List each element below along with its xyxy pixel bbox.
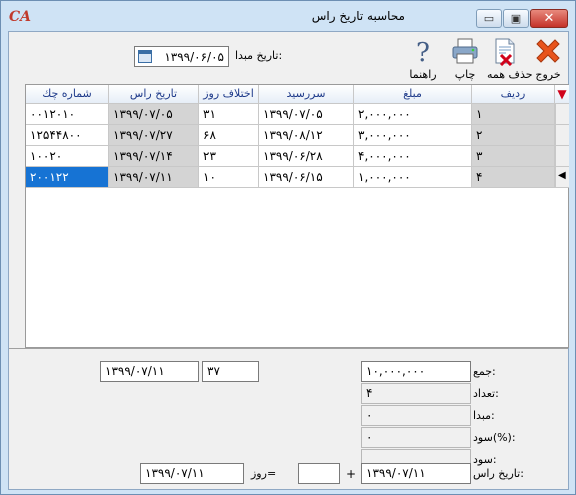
table-cell-day-diff[interactable]: ۲۳ (199, 146, 259, 167)
table-cell-day-diff[interactable]: ۱۰ (199, 167, 259, 188)
row-indicator[interactable] (555, 125, 569, 146)
app-window: CA محاسبه تاریخ راس ▭ ▣ ✕ خروج حذف همه چ… (0, 0, 576, 495)
table-cell-check-number[interactable]: ۰۰۱۲۰۱۰ (26, 104, 109, 125)
toolbar: خروج حذف همه چاپ ? راهنما تاریخ مبدا: ۱۳… (9, 32, 568, 84)
table-cell-amount[interactable]: ۱,۰۰۰,۰۰۰ (354, 167, 472, 188)
table-cell-due[interactable]: ۱۳۹۹/۰۸/۱۲ (259, 125, 354, 146)
svg-text:?: ? (416, 38, 430, 66)
exit-label: خروج (535, 68, 561, 81)
window-title: محاسبه تاریخ راس (311, 9, 405, 23)
help-question-icon: ? (416, 38, 430, 66)
table-cell-amount[interactable]: ۴,۰۰۰,۰۰۰ (354, 146, 472, 167)
column-header-day-diff[interactable]: اختلاف روز (199, 85, 259, 104)
maximize-icon: ▣ (510, 12, 522, 25)
calendar-icon[interactable] (138, 50, 152, 63)
delete-document-icon (495, 38, 515, 66)
table-cell-head-date[interactable]: ۱۳۹۹/۰۷/۰۵ (109, 104, 199, 125)
count-field: ۴ (361, 383, 471, 404)
checks-grid[interactable]: ▼ ردیف مبلغ سررسید اختلاف روز تاریخ راس … (25, 84, 569, 348)
table-cell-day-diff[interactable]: ۳۱ (199, 104, 259, 125)
start-date-value: ۱۳۹۹/۰۶/۰۵ (164, 50, 224, 64)
profit-percent-label: سود(%): (473, 431, 516, 444)
column-header-head-date[interactable]: تاریخ راس (109, 85, 199, 104)
table-cell-amount[interactable]: ۳,۰۰۰,۰۰۰ (354, 125, 472, 146)
section-divider (9, 348, 568, 349)
table-cell-check-number[interactable]: ۱۲۵۴۴۸۰۰ (26, 125, 109, 146)
days-label: روز= (251, 467, 277, 480)
maximize-button[interactable]: ▣ (503, 9, 529, 28)
print-button[interactable]: چاپ (447, 36, 483, 82)
table-cell-due[interactable]: ۱۳۹۹/۰۶/۲۸ (259, 146, 354, 167)
start-date-label: تاریخ مبدا: (235, 49, 283, 62)
profit-percent-field[interactable]: ۰ (361, 427, 471, 448)
printer-icon (452, 38, 478, 64)
help-button[interactable]: ? راهنما (405, 36, 441, 82)
table-cell-head-date[interactable]: ۱۳۹۹/۰۷/۱۴ (109, 146, 199, 167)
table-cell-amount[interactable]: ۲,۰۰۰,۰۰۰ (354, 104, 472, 125)
days-input[interactable] (298, 463, 340, 484)
row-indicator[interactable] (555, 146, 569, 167)
profit-label: سود: (473, 453, 497, 466)
close-icon: ✕ (543, 11, 555, 26)
client-area: خروج حذف همه چاپ ? راهنما تاریخ مبدا: ۱۳… (8, 31, 569, 490)
print-label: چاپ (454, 68, 476, 81)
head-date-field[interactable]: ۱۳۹۹/۰۷/۱۱ (361, 463, 471, 484)
count-label: تعداد: (473, 387, 499, 400)
start-date-field[interactable]: ۱۳۹۹/۰۶/۰۵ (134, 46, 229, 67)
average-date-field[interactable]: ۱۳۹۹/۰۷/۱۱ (100, 361, 199, 382)
exit-button[interactable]: خروج (530, 36, 566, 82)
head-date-label: تاریخ راس: (473, 467, 524, 480)
table-cell-day-diff[interactable]: ۶۸ (199, 125, 259, 146)
column-header-check-number[interactable]: شماره چك (26, 85, 109, 104)
current-row-indicator-icon[interactable] (555, 167, 569, 188)
table-cell-row[interactable]: ۳ (472, 146, 555, 167)
delete-all-button[interactable]: حذف همه (487, 36, 533, 82)
sum-label: جمع: (473, 365, 496, 378)
plus-sign: + (346, 467, 357, 481)
table-cell-row[interactable]: ۱ (472, 104, 555, 125)
close-button[interactable]: ✕ (530, 9, 568, 28)
title-bar[interactable]: CA محاسبه تاریخ راس ▭ ▣ ✕ (1, 1, 575, 31)
average-days-field[interactable]: ۳۷ (202, 361, 259, 382)
delete-all-label: حذف همه (487, 68, 533, 81)
sum-field[interactable]: ۱۰,۰۰۰,۰۰۰ (361, 361, 471, 382)
base-field: ۰ (361, 405, 471, 426)
row-indicator[interactable] (555, 104, 569, 125)
table-cell-check-number[interactable]: ۲۰۰۱۲۲ (26, 167, 109, 188)
table-cell-check-number[interactable]: ۱۰۰۲۰ (26, 146, 109, 167)
table-cell-head-date[interactable]: ۱۳۹۹/۰۷/۱۱ (109, 167, 199, 188)
help-label: راهنما (409, 68, 437, 81)
table-cell-due[interactable]: ۱۳۹۹/۰۶/۱۵ (259, 167, 354, 188)
column-header-due[interactable]: سررسید (259, 85, 354, 104)
table-cell-row[interactable]: ۴ (472, 167, 555, 188)
minimize-icon: ▭ (483, 12, 495, 25)
table-cell-head-date[interactable]: ۱۳۹۹/۰۷/۲۷ (109, 125, 199, 146)
column-header-amount[interactable]: مبلغ (354, 85, 472, 104)
filter-icon[interactable]: ▼ (555, 85, 569, 104)
column-header-row[interactable]: ردیف (472, 85, 555, 104)
app-logo: CA (9, 9, 32, 25)
minimize-button[interactable]: ▭ (476, 9, 502, 28)
base-label: مبدا: (473, 409, 495, 422)
table-cell-due[interactable]: ۱۳۹۹/۰۷/۰۵ (259, 104, 354, 125)
exit-x-icon (536, 39, 560, 63)
result-date-field[interactable]: ۱۳۹۹/۰۷/۱۱ (140, 463, 244, 484)
table-cell-row[interactable]: ۲ (472, 125, 555, 146)
